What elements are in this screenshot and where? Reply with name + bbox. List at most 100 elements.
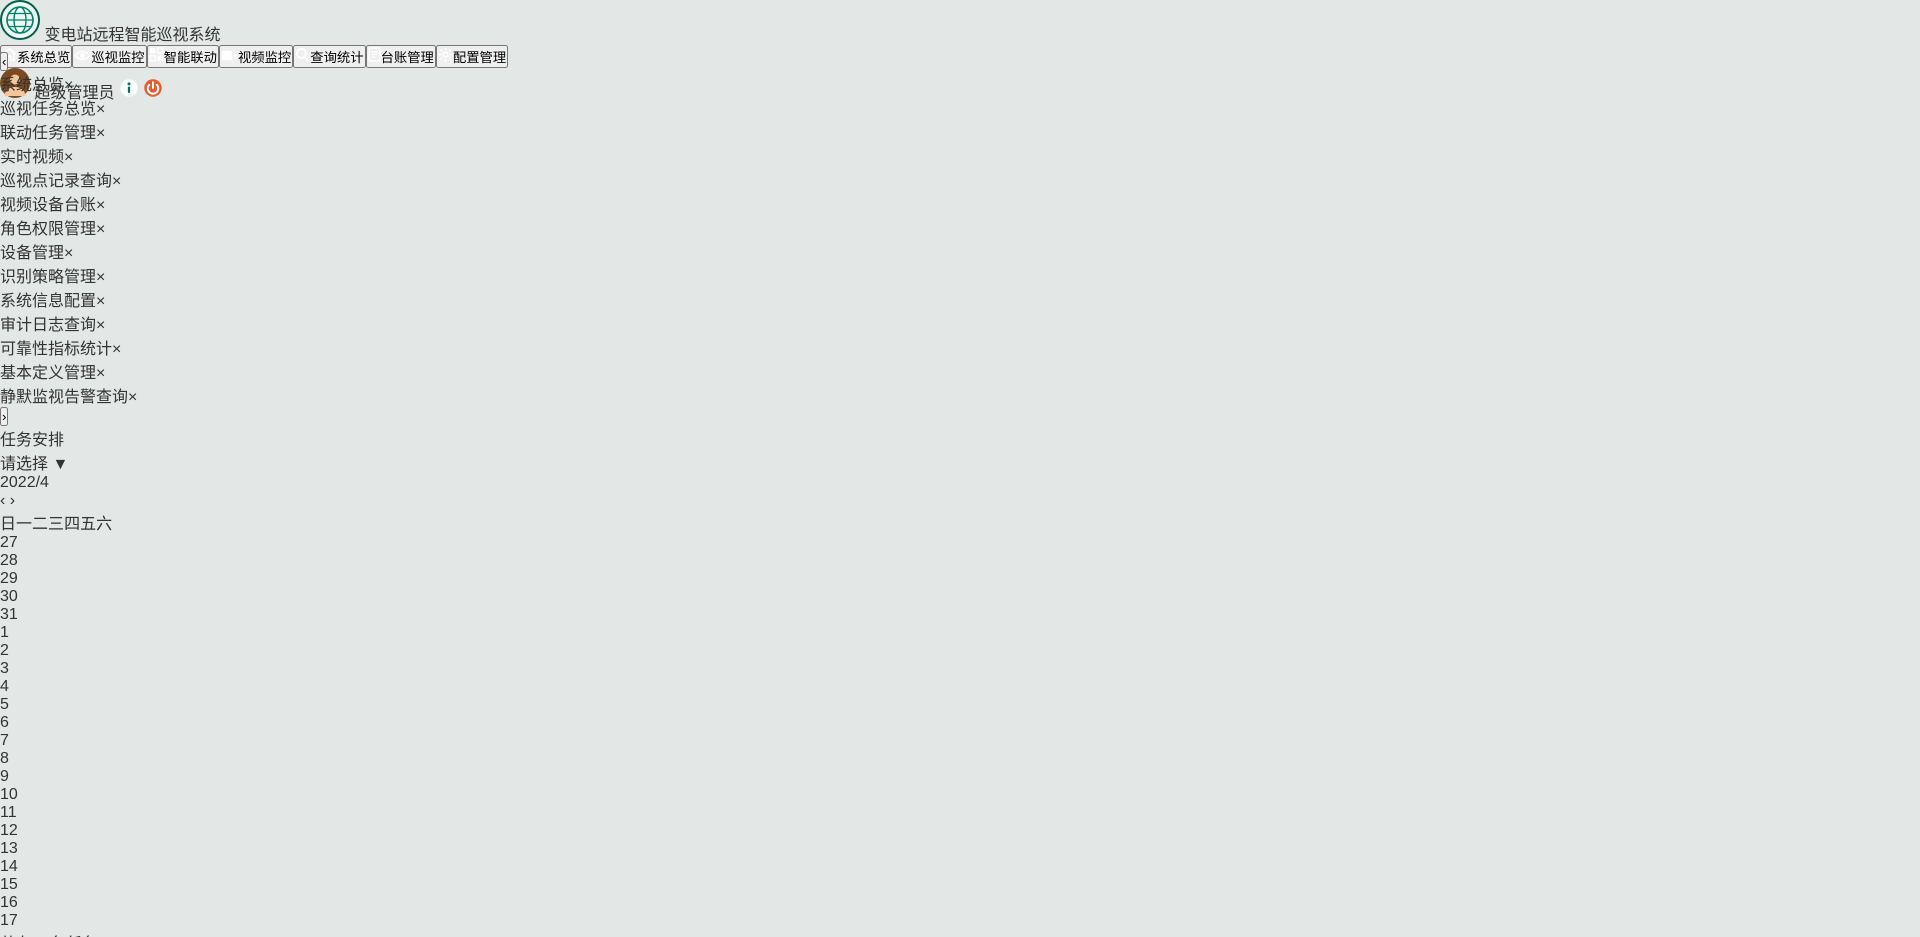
- calendar-day[interactable]: 1: [0, 624, 1920, 642]
- calendar-day[interactable]: 14: [0, 858, 1920, 876]
- calendar-day[interactable]: 7: [0, 732, 1920, 750]
- calendar-day[interactable]: 11: [0, 804, 1920, 822]
- search-icon: [295, 50, 310, 65]
- nav-label: 系统总览: [17, 50, 70, 65]
- eye-icon: [74, 50, 91, 65]
- calendar-day[interactable]: 28: [0, 552, 1920, 570]
- station-select[interactable]: 请选择 ▼: [0, 450, 1920, 474]
- close-icon[interactable]: ×: [96, 125, 105, 142]
- schedule-panel-title: 任务安排: [0, 432, 64, 449]
- calendar-day[interactable]: 31: [0, 606, 1920, 624]
- calendar-day[interactable]: 3: [0, 660, 1920, 678]
- tab-label: 角色权限管理: [0, 221, 96, 238]
- nav-button-home[interactable]: 系统总览: [0, 45, 72, 68]
- main-content: 任务安排 请选择 ▼ 2022/4 ‹ › 日一二三四五六 2728293031…: [0, 426, 1920, 937]
- tab-label: 审计日志查询: [0, 317, 96, 334]
- calendar-day[interactable]: 8: [0, 750, 1920, 768]
- close-icon[interactable]: ×: [64, 149, 73, 166]
- day-number: 28: [0, 552, 18, 569]
- tabs-scroll-left-icon[interactable]: ‹: [0, 52, 8, 71]
- tab-item-5[interactable]: 视频设备台账×: [0, 191, 1920, 215]
- calendar-day[interactable]: 27: [0, 534, 1920, 552]
- day-task-count: 共有18条任务: [0, 930, 1920, 937]
- day-number: 4: [0, 678, 9, 695]
- tab-item-11[interactable]: 可靠性指标统计×: [0, 335, 1920, 359]
- nav-button-eye[interactable]: 巡视监控: [72, 45, 146, 68]
- tab-item-6[interactable]: 角色权限管理×: [0, 215, 1920, 239]
- power-icon[interactable]: [143, 85, 163, 102]
- tab-item-2[interactable]: 联动任务管理×: [0, 119, 1920, 143]
- day-number: 14: [0, 858, 18, 875]
- weekday-label: 三: [48, 516, 64, 533]
- close-icon[interactable]: ×: [64, 77, 73, 94]
- day-number: 27: [0, 534, 18, 551]
- calendar-day[interactable]: 16: [0, 894, 1920, 912]
- calendar-day[interactable]: 4: [0, 678, 1920, 696]
- day-number: 17: [0, 912, 1920, 930]
- tab-item-8[interactable]: 识别策略管理×: [0, 263, 1920, 287]
- calendar-day[interactable]: 29: [0, 570, 1920, 588]
- tab-item-4[interactable]: 巡视点记录查询×: [0, 167, 1920, 191]
- nav-button-video[interactable]: 视频监控: [219, 45, 293, 68]
- calendar-day[interactable]: 30: [0, 588, 1920, 606]
- calendar-day[interactable]: 9: [0, 768, 1920, 786]
- top-header: 变电站远程智能巡视系统 系统总览巡视监控智能联动视频监控查询统计台账管理配置管理…: [0, 0, 1920, 52]
- tab-label: 静默监视告警查询: [0, 389, 128, 406]
- close-icon[interactable]: ×: [96, 293, 105, 310]
- tab-label: 识别策略管理: [0, 269, 96, 286]
- tab-label: 巡视点记录查询: [0, 173, 112, 190]
- close-icon[interactable]: ×: [96, 101, 105, 118]
- select-placeholder: 请选择: [0, 456, 48, 473]
- tab-item-9[interactable]: 系统信息配置×: [0, 287, 1920, 311]
- close-icon[interactable]: ×: [96, 317, 105, 334]
- tab-item-12[interactable]: 基本定义管理×: [0, 359, 1920, 383]
- day-number: 3: [0, 660, 9, 677]
- tab-item-1[interactable]: 巡视任务总览×: [0, 95, 1920, 119]
- nav-button-gear[interactable]: 配置管理: [436, 45, 508, 68]
- tab-item-13[interactable]: 静默监视告警查询×: [0, 383, 1920, 407]
- nav-button-search[interactable]: 查询统计: [293, 45, 365, 68]
- video-icon: [221, 50, 238, 65]
- close-icon[interactable]: ×: [96, 269, 105, 286]
- calendar-nav: ‹ ›: [0, 492, 1920, 510]
- nav-button-ledger[interactable]: 台账管理: [366, 45, 436, 68]
- weekday-label: 日: [0, 516, 16, 533]
- calendar-day[interactable]: 13: [0, 840, 1920, 858]
- calendar-month-label: 2022/4: [0, 474, 1920, 492]
- close-icon[interactable]: ×: [96, 365, 105, 382]
- calendar-month: 4: [40, 474, 49, 491]
- app-title: 变电站远程智能巡视系统: [44, 27, 220, 44]
- tabs-scroll-right-icon[interactable]: ›: [0, 407, 8, 426]
- close-icon[interactable]: ×: [64, 245, 73, 262]
- day-number: 30: [0, 588, 18, 605]
- close-icon[interactable]: ×: [112, 173, 121, 190]
- tab-label: 视频设备台账: [0, 197, 96, 214]
- calendar-day[interactable]: 12: [0, 822, 1920, 840]
- calendar-next-icon[interactable]: ›: [10, 492, 15, 509]
- tab-item-7[interactable]: 设备管理×: [0, 239, 1920, 263]
- close-icon[interactable]: ×: [112, 341, 121, 358]
- tab-item-10[interactable]: 审计日志查询×: [0, 311, 1920, 335]
- brand: 变电站远程智能巡视系统: [0, 0, 1920, 45]
- calendar-day[interactable]: 6: [0, 714, 1920, 732]
- tab-label: 系统总览: [0, 77, 64, 94]
- close-icon[interactable]: ×: [96, 197, 105, 214]
- tab-item-3[interactable]: 实时视频×: [0, 143, 1920, 167]
- calendar-prev-icon[interactable]: ‹: [0, 492, 5, 509]
- tab-label: 联动任务管理: [0, 125, 96, 142]
- info-icon[interactable]: [119, 85, 143, 102]
- tab-label: 可靠性指标统计: [0, 341, 112, 358]
- nav-label: 台账管理: [381, 50, 434, 65]
- nav-label: 智能联动: [164, 50, 217, 65]
- calendar-day[interactable]: 10: [0, 786, 1920, 804]
- day-number: 13: [0, 840, 18, 857]
- calendar-day[interactable]: 2: [0, 642, 1920, 660]
- calendar-day[interactable]: 15: [0, 876, 1920, 894]
- link-icon: [149, 50, 164, 65]
- nav-button-link[interactable]: 智能联动: [147, 45, 219, 68]
- close-icon[interactable]: ×: [128, 389, 137, 406]
- calendar-day-selected[interactable]: 17共有18条任务: [0, 912, 1920, 937]
- calendar-day[interactable]: 5: [0, 696, 1920, 714]
- close-icon[interactable]: ×: [96, 221, 105, 238]
- tab-item-0[interactable]: 系统总览×: [0, 71, 1920, 95]
